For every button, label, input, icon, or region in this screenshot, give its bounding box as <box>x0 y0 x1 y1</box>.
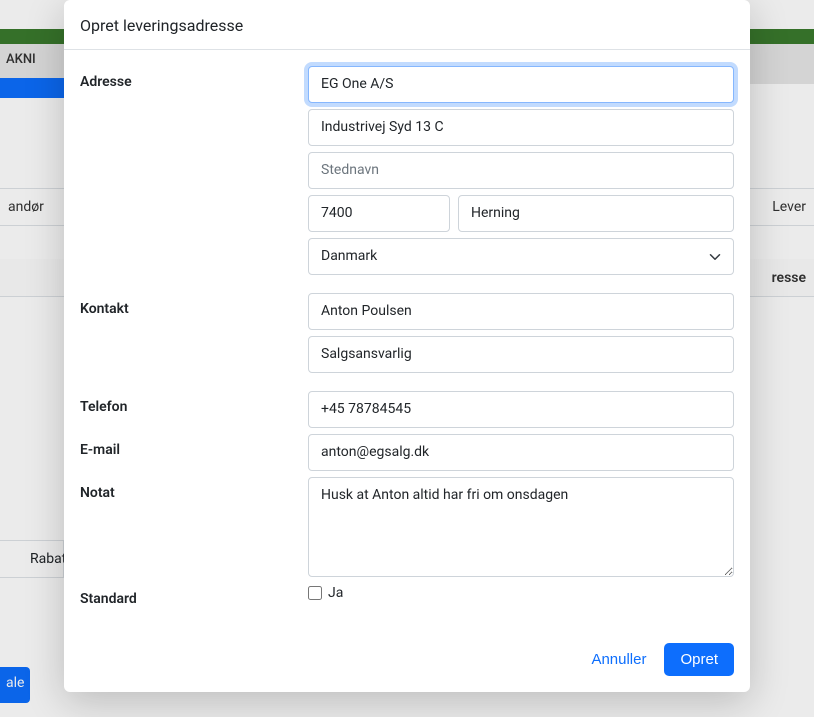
submit-button[interactable]: Opret <box>664 643 734 676</box>
zip-input[interactable] <box>308 195 450 232</box>
standard-checkbox-label: Ja <box>328 585 343 601</box>
email-input[interactable] <box>308 434 734 471</box>
label-telefon: Telefon <box>80 391 308 415</box>
modal-footer: Annuller Opret <box>64 629 750 692</box>
company-input[interactable] <box>308 66 734 103</box>
street-input[interactable] <box>308 109 734 146</box>
modal-body: Adresse Danmark Kontakt <box>64 50 750 629</box>
stednavn-input[interactable] <box>308 152 734 189</box>
label-adresse: Adresse <box>80 66 308 90</box>
modal-title: Opret leveringsadresse <box>80 16 243 35</box>
label-kontakt: Kontakt <box>80 293 308 317</box>
label-email: E-mail <box>80 434 308 458</box>
cancel-button[interactable]: Annuller <box>585 643 652 676</box>
phone-input[interactable] <box>308 391 734 428</box>
contact-name-input[interactable] <box>308 293 734 330</box>
contact-title-input[interactable] <box>308 336 734 373</box>
create-delivery-address-modal: Opret leveringsadresse Adresse Danmark K… <box>64 0 750 692</box>
note-textarea[interactable] <box>308 477 734 577</box>
country-select[interactable]: Danmark <box>308 238 734 275</box>
label-standard: Standard <box>80 583 308 607</box>
label-notat: Notat <box>80 477 308 501</box>
city-input[interactable] <box>458 195 734 232</box>
modal-header: Opret leveringsadresse <box>64 0 750 50</box>
standard-checkbox[interactable] <box>308 586 322 600</box>
